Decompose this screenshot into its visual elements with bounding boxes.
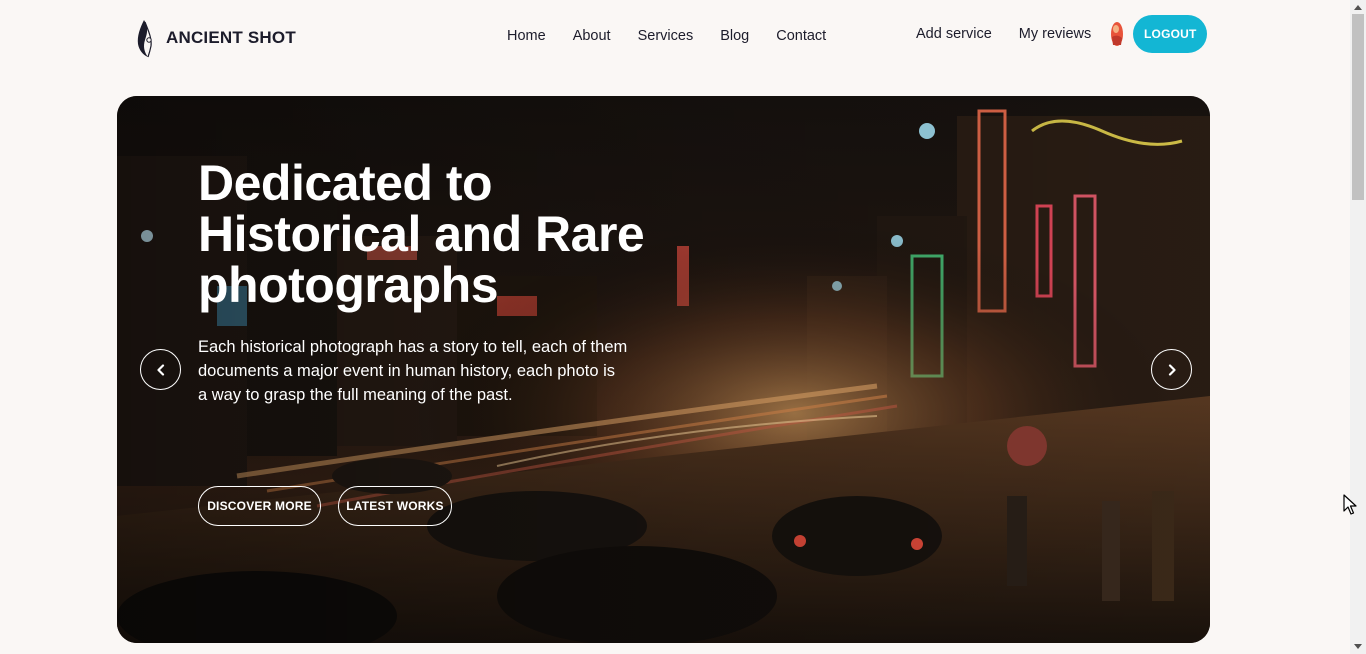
add-service-link[interactable]: Add service — [916, 25, 992, 43]
hero-title: Dedicated to Historical and Rare photogr… — [198, 155, 645, 313]
main-nav: Home About Services Blog Contact — [507, 27, 826, 45]
slider-next-button[interactable] — [1151, 349, 1192, 390]
slider-prev-button[interactable] — [140, 349, 181, 390]
chevron-left-icon — [156, 363, 164, 376]
mouse-pointer-icon — [1343, 494, 1357, 515]
my-reviews-link[interactable]: My reviews — [1019, 25, 1092, 43]
brand-name: ANCIENT SHOT — [166, 28, 296, 47]
scroll-down-button[interactable] — [1350, 640, 1366, 654]
nav-services[interactable]: Services — [638, 27, 694, 45]
page-scrollbar[interactable] — [1350, 0, 1366, 654]
scroll-up-button[interactable] — [1350, 0, 1366, 14]
user-avatar-icon[interactable] — [1109, 21, 1125, 47]
site-header: ANCIENT SHOT Home About Services Blog Co… — [0, 0, 1350, 72]
latest-works-button[interactable]: LATEST WORKS — [338, 486, 452, 526]
feather-logo-icon — [137, 20, 152, 58]
nav-blog[interactable]: Blog — [720, 27, 749, 45]
nav-home[interactable]: Home — [507, 27, 546, 45]
user-nav: Add service My reviews LOGOUT — [916, 15, 1208, 53]
nav-about[interactable]: About — [573, 27, 611, 45]
logout-button[interactable]: LOGOUT — [1133, 15, 1208, 53]
scroll-up-arrow-icon — [1354, 5, 1362, 10]
hero-description: Each historical photograph has a story t… — [198, 338, 628, 404]
brand-home-link[interactable]: ANCIENT SHOT — [132, 18, 296, 58]
scroll-thumb[interactable] — [1352, 14, 1364, 200]
hero-slider: Dedicated to Historical and Rare photogr… — [117, 96, 1210, 643]
scroll-down-arrow-icon — [1354, 644, 1362, 649]
discover-more-button[interactable]: DISCOVER MORE — [198, 486, 321, 526]
chevron-right-icon — [1168, 363, 1176, 376]
nav-contact[interactable]: Contact — [776, 27, 826, 45]
